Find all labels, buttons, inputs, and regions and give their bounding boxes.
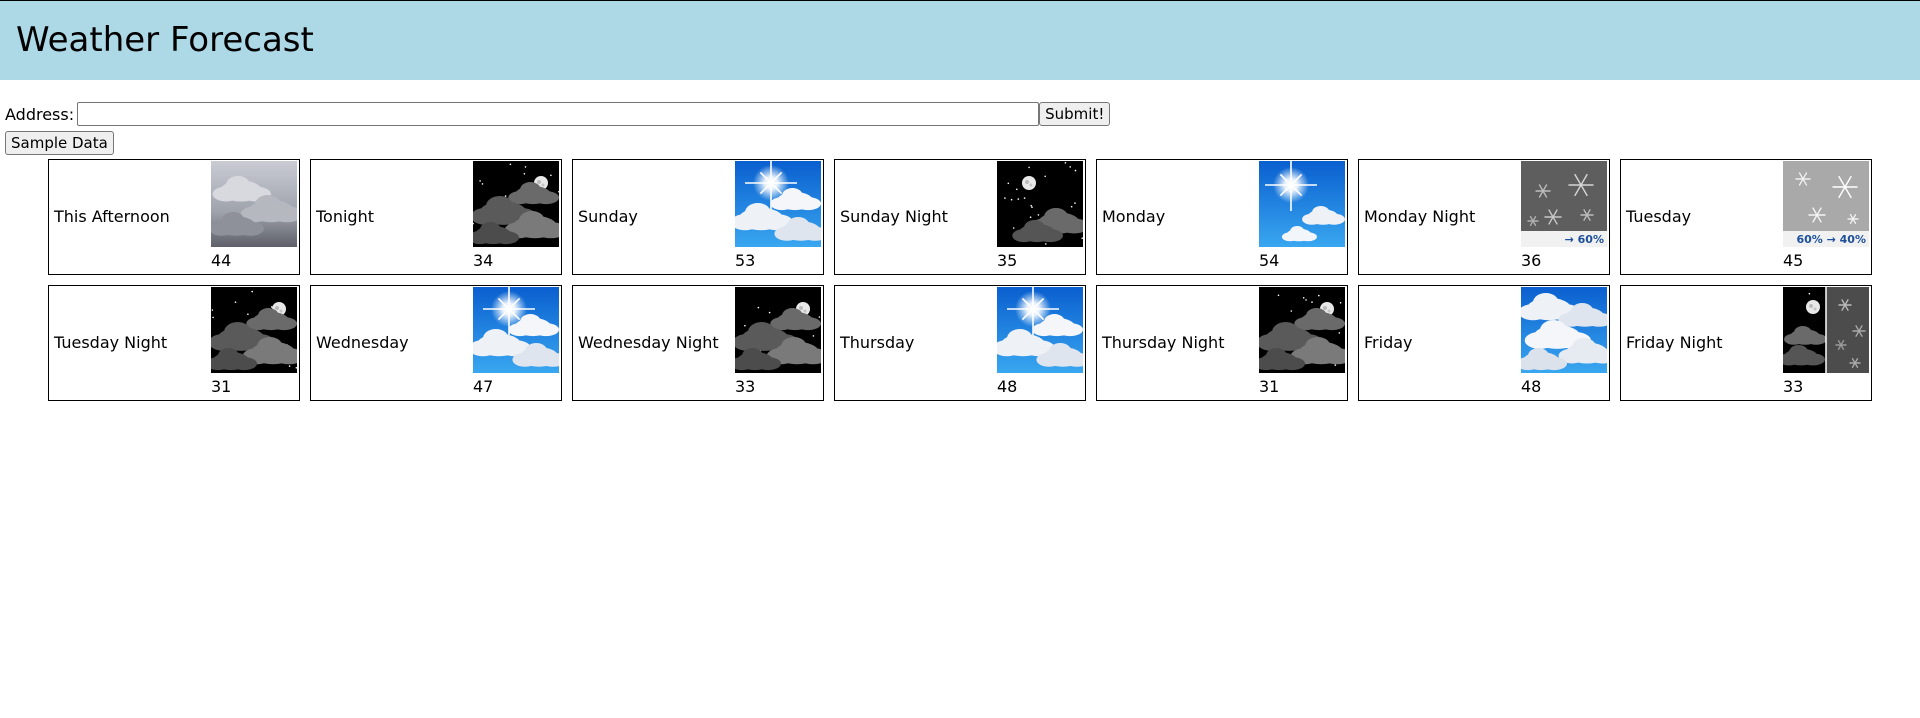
snow-icon: → 60%	[1521, 161, 1607, 247]
night-cloudy-icon	[211, 287, 297, 373]
forecast-card: Thursday 48	[834, 285, 1086, 401]
period-name: Tonight	[316, 207, 374, 226]
forecast-card: Wednesday Night 33	[572, 285, 824, 401]
period-name: Friday	[1364, 333, 1413, 352]
forecast-card: This Afternoon 44	[48, 159, 300, 275]
mostly-cloudy-day-icon	[1521, 287, 1607, 373]
period-name: Sunday	[578, 207, 638, 226]
forecast-card: Tuesday Night 31	[48, 285, 300, 401]
forecast-card: Friday 48	[1358, 285, 1610, 401]
night-snow-split-icon	[1783, 287, 1869, 373]
night-cloudy-icon	[735, 287, 821, 373]
temperature: 45	[1783, 251, 1804, 270]
partly-sunny-icon	[997, 287, 1083, 373]
forecast-card: Thursday Night 31	[1096, 285, 1348, 401]
period-name: Thursday	[840, 333, 915, 352]
temperature: 47	[473, 377, 494, 396]
temperature: 33	[1783, 377, 1804, 396]
temperature: 53	[735, 251, 756, 270]
address-label: Address:	[5, 104, 75, 124]
forecast-grid: This Afternoon 44 Tonight 34 Sunday 53 S…	[48, 159, 1888, 401]
forecast-card: Friday Night 33	[1620, 285, 1872, 401]
overcast-icon	[211, 161, 297, 247]
address-form: Address: Submit!	[5, 102, 1111, 126]
temperature: 35	[997, 251, 1018, 270]
sample-row: Sample Data	[5, 131, 114, 155]
forecast-card: Wednesday 47	[310, 285, 562, 401]
period-name: Thursday Night	[1102, 333, 1225, 352]
snow-light-icon: 60% → 40%	[1783, 161, 1869, 247]
temperature: 31	[211, 377, 232, 396]
period-name: Tuesday Night	[54, 333, 168, 352]
submit-button[interactable]: Submit!	[1039, 102, 1111, 126]
period-name: Sunday Night	[840, 207, 948, 226]
page-header: Weather Forecast	[0, 0, 1920, 80]
sample-data-button[interactable]: Sample Data	[5, 131, 114, 155]
forecast-card: Tonight 34	[310, 159, 562, 275]
partly-sunny-icon	[473, 287, 559, 373]
temperature: 48	[997, 377, 1018, 396]
precip-chance-caption: → 60%	[1565, 233, 1604, 246]
temperature: 44	[211, 251, 232, 270]
temperature: 31	[1259, 377, 1280, 396]
period-name: Wednesday	[316, 333, 409, 352]
temperature: 48	[1521, 377, 1542, 396]
address-input[interactable]	[77, 102, 1040, 126]
forecast-card: Tuesday 60% → 40% 45	[1620, 159, 1872, 275]
night-cloudy-icon	[1259, 287, 1345, 373]
forecast-card: Sunday Night 35	[834, 159, 1086, 275]
forecast-card: Monday Night → 60% 36	[1358, 159, 1610, 275]
period-name: Friday Night	[1626, 333, 1723, 352]
forecast-card: Sunday 53	[572, 159, 824, 275]
temperature: 54	[1259, 251, 1280, 270]
period-name: Tuesday	[1626, 207, 1692, 226]
period-name: Monday	[1102, 207, 1166, 226]
temperature: 33	[735, 377, 756, 396]
sunny-icon	[1259, 161, 1345, 247]
precip-chance-caption: 60% → 40%	[1796, 233, 1866, 246]
temperature: 34	[473, 251, 494, 270]
night-cloudy-icon	[473, 161, 559, 247]
period-name: Monday Night	[1364, 207, 1476, 226]
forecast-card: Monday 54	[1096, 159, 1348, 275]
night-partly-cloudy-icon	[997, 161, 1083, 247]
partly-sunny-icon	[735, 161, 821, 247]
period-name: Wednesday Night	[578, 333, 719, 352]
page-title: Weather Forecast	[16, 20, 314, 60]
period-name: This Afternoon	[54, 207, 170, 226]
temperature: 36	[1521, 251, 1542, 270]
